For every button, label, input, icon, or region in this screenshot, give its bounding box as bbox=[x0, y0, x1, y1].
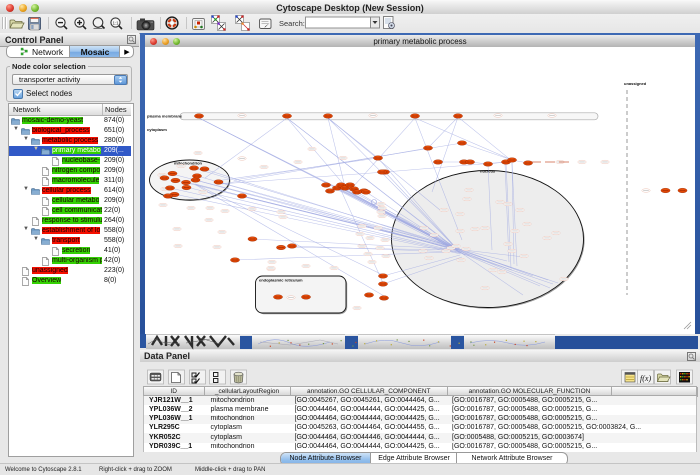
svg-text:endoplasmic reticulum: endoplasmic reticulum bbox=[259, 278, 303, 283]
svg-text:unassigned: unassigned bbox=[624, 81, 647, 86]
svg-text:Search:: Search: bbox=[279, 19, 305, 28]
svg-text:cytoplasm: cytoplasm bbox=[147, 127, 167, 132]
svg-text:f(x): f(x) bbox=[640, 374, 651, 383]
svg-text:plasma membrane: plasma membrane bbox=[147, 114, 183, 119]
svg-text:1:1: 1:1 bbox=[113, 20, 119, 25]
